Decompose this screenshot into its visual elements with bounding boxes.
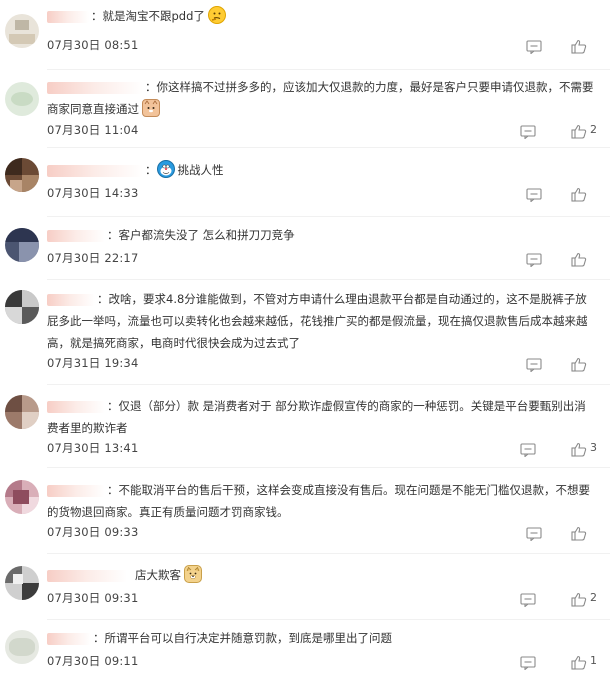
avatar[interactable] [5,566,39,600]
comment-reply-icon[interactable] [526,40,542,54]
comment-text: 店大欺客 [135,568,181,582]
comment-reply-icon[interactable] [520,125,536,139]
comment-text: 改啥，要求4.8分谁能做到，不管对方申请什么理由退款平台都是自动通过的，这不是脱… [47,292,588,350]
avatar[interactable] [5,228,39,262]
username[interactable] [47,569,127,582]
avatar[interactable] [5,14,39,48]
comment-reply-icon[interactable] [520,443,536,457]
comment-text: 仅退（部分）款 是消费者对于 部分欺诈虚假宣传的商家的一种惩罚。关键是平台要甄别… [47,399,586,435]
comment-time: 07月30日 08:51 [47,38,139,52]
like-count: 2 [590,591,597,604]
comment-text: 挑战人性 [177,163,224,177]
thumbs-up-icon[interactable] [571,357,587,372]
avatar[interactable] [5,395,39,429]
comment-time: 07月30日 14:33 [47,186,139,200]
comment-reply-icon[interactable] [520,656,536,670]
username[interactable] [47,400,105,413]
username[interactable] [47,484,105,497]
comment-text: 就是淘宝不跟pdd了 [102,9,205,23]
avatar[interactable] [5,158,39,192]
username[interactable] [47,10,89,23]
comment-reply-icon[interactable] [520,593,536,607]
avatar[interactable] [5,480,39,514]
like-count: 3 [590,441,597,454]
thumbs-up-icon[interactable] [571,526,587,541]
username[interactable] [47,229,105,242]
username[interactable] [47,81,143,94]
thumbs-up-icon[interactable] [571,39,587,54]
avatar[interactable] [5,630,39,664]
comment-reply-icon[interactable] [526,253,542,267]
doraemon-emoji [156,160,175,178]
thumbs-up-icon[interactable] [571,124,587,139]
thumbs-up-icon[interactable] [571,592,587,607]
avatar[interactable] [5,82,39,116]
thumbs-up-icon[interactable] [571,187,587,202]
like-count: 2 [590,123,597,136]
username[interactable] [47,632,91,645]
comment-time: 07月30日 09:11 [47,654,139,668]
comment-time: 07月31日 19:34 [47,356,139,370]
comment-reply-icon[interactable] [526,188,542,202]
username[interactable] [47,164,143,177]
comment-text: 客户都流失没了 怎么和拼刀刀竞争 [118,228,295,242]
thumbs-up-icon[interactable] [571,442,587,457]
thinking-face-emoji [207,6,226,24]
doge-emoji [184,565,202,583]
comment-time: 07月30日 13:41 [47,441,139,455]
comment-time: 07月30日 09:33 [47,525,139,539]
username[interactable] [47,293,95,306]
comment-time: 07月30日 09:31 [47,591,139,605]
comment-text: 不能取消平台的售后干预，这样会变成直接没有售后。现在问题是不能无门槛仅退款，不想… [47,483,590,519]
doge-cat-emoji [142,99,160,117]
avatar[interactable] [5,290,39,324]
thumbs-up-icon[interactable] [571,655,587,670]
comment-time: 07月30日 11:04 [47,123,139,137]
comment-reply-icon[interactable] [526,527,542,541]
comment-reply-icon[interactable] [526,358,542,372]
thumbs-up-icon[interactable] [571,252,587,267]
like-count: 1 [590,654,597,667]
comment-text: 所谓平台可以自行决定并随意罚款，到底是哪里出了问题 [104,631,393,645]
comment-time: 07月30日 22:17 [47,251,139,265]
